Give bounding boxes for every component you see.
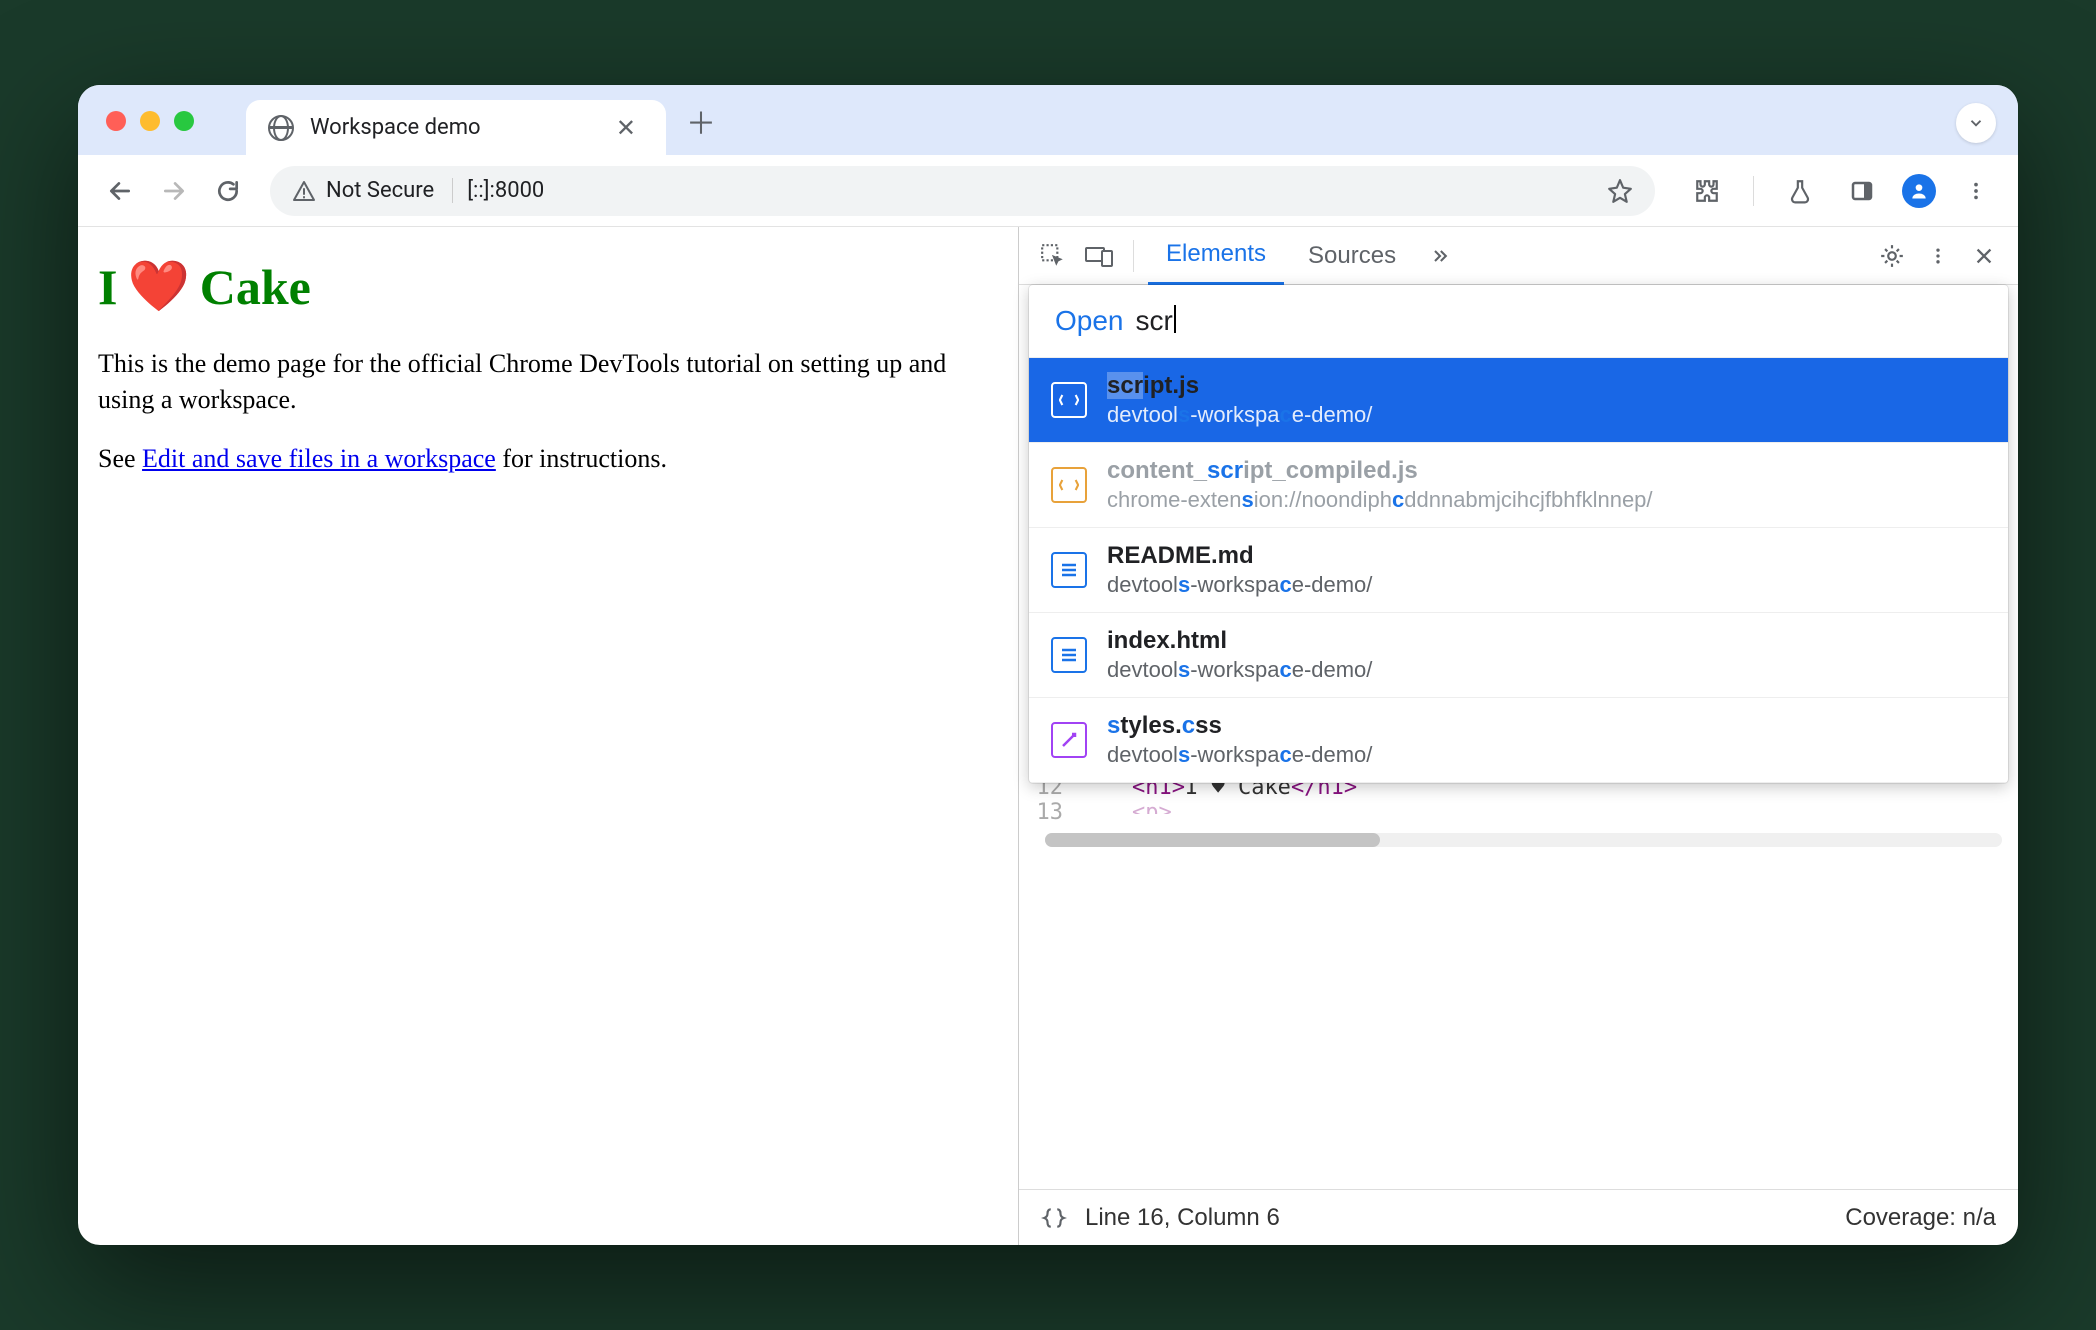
puzzle-icon	[1694, 178, 1720, 204]
open-query-text: scr	[1136, 305, 1176, 337]
maximize-window-button[interactable]	[174, 111, 194, 131]
reload-icon	[215, 178, 241, 204]
tab-title: Workspace demo	[310, 115, 592, 140]
tab-sources[interactable]: Sources	[1290, 228, 1414, 284]
chevron-down-icon	[1967, 114, 1985, 132]
back-button[interactable]	[98, 169, 142, 213]
new-tab-button[interactable]: ＋	[686, 99, 716, 155]
security-indicator[interactable]: Not Secure	[292, 178, 453, 203]
devtools-menu-button[interactable]	[1918, 236, 1958, 276]
result-filename: README.md	[1107, 542, 1372, 570]
menu-button[interactable]	[1954, 169, 1998, 213]
forward-button[interactable]	[152, 169, 196, 213]
devtools-settings-button[interactable]	[1872, 236, 1912, 276]
browser-window: Workspace demo ✕ ＋ Not Secure [::]:8000	[78, 85, 2018, 1245]
panel-icon	[1850, 179, 1874, 203]
open-file-result[interactable]: README.md devtools-workspace-demo/	[1029, 528, 2008, 613]
editor-horizontal-scrollbar[interactable]	[1045, 833, 2002, 847]
open-file-result[interactable]: script.js devtools-workspace-demo/	[1029, 358, 2008, 443]
kebab-icon	[1965, 180, 1987, 202]
devices-icon	[1085, 245, 1113, 267]
coverage-label: Coverage: n/a	[1845, 1204, 1996, 1232]
labs-button[interactable]	[1778, 169, 1822, 213]
devtools-panel: Elements Sources Open	[1018, 227, 2018, 1245]
not-secure-label: Not Secure	[326, 178, 434, 203]
open-file-result[interactable]: index.html devtools-workspace-demo/	[1029, 613, 2008, 698]
devtools-tabs: Elements Sources	[1019, 227, 2018, 285]
address-bar: Not Secure [::]:8000	[78, 155, 2018, 227]
tab-elements[interactable]: Elements	[1148, 227, 1284, 285]
inspect-icon	[1040, 243, 1066, 269]
kebab-icon	[1928, 246, 1948, 266]
open-file-input[interactable]: Open scr	[1029, 285, 2008, 358]
more-tabs-button[interactable]	[1420, 236, 1460, 276]
open-file-dialog: Open scr script.js devtools-workspace-de…	[1029, 285, 2008, 783]
device-toolbar-button[interactable]	[1079, 236, 1119, 276]
result-filename: index.html	[1107, 627, 1372, 655]
pretty-print-icon[interactable]	[1041, 1205, 1067, 1231]
person-icon	[1909, 181, 1929, 201]
tab-list-button[interactable]	[1956, 103, 1996, 143]
profile-button[interactable]	[1902, 174, 1936, 208]
reload-button[interactable]	[206, 169, 250, 213]
omnibox[interactable]: Not Secure [::]:8000	[270, 166, 1655, 216]
url-text: [::]:8000	[467, 178, 1593, 203]
devtools-close-button[interactable]	[1964, 236, 2004, 276]
content-area: I ❤️ Cake This is the demo page for the …	[78, 227, 2018, 1245]
page-paragraph-2: See Edit and save files in a workspace f…	[98, 441, 998, 477]
page-paragraph: This is the demo page for the official C…	[98, 346, 998, 419]
inspect-button[interactable]	[1033, 236, 1073, 276]
result-filename: script.js	[1107, 372, 1372, 400]
arrow-left-icon	[107, 178, 133, 204]
globe-icon	[268, 115, 294, 141]
open-file-result[interactable]: content_script_compiled.js chrome-extens…	[1029, 443, 2008, 528]
extensions-button[interactable]	[1685, 169, 1729, 213]
arrow-right-icon	[161, 178, 187, 204]
gear-icon	[1879, 243, 1905, 269]
file-type-icon	[1051, 552, 1087, 588]
traffic-lights	[106, 111, 194, 131]
result-filename: content_script_compiled.js	[1107, 457, 1653, 485]
toolbar-right	[1675, 169, 1998, 213]
file-type-icon	[1051, 382, 1087, 418]
file-type-icon	[1051, 637, 1087, 673]
titlebar: Workspace demo ✕ ＋	[78, 85, 2018, 155]
warning-icon	[292, 179, 316, 203]
open-file-results: script.js devtools-workspace-demo/ conte…	[1029, 358, 2008, 783]
result-path: devtools-workspace-demo/	[1107, 657, 1372, 683]
tab-close-button[interactable]: ✕	[608, 110, 644, 146]
result-path: devtools-workspace-demo/	[1107, 572, 1372, 598]
rendered-page: I ❤️ Cake This is the demo page for the …	[78, 227, 1018, 1245]
star-icon[interactable]	[1607, 178, 1633, 204]
chevron-double-right-icon	[1426, 246, 1454, 266]
heart-icon: ❤️	[127, 257, 189, 316]
browser-tab[interactable]: Workspace demo ✕	[246, 100, 666, 155]
file-type-icon	[1051, 722, 1087, 758]
page-heading: I ❤️ Cake	[98, 257, 998, 316]
editor-line[interactable]: 13 <p>	[1029, 800, 2018, 825]
minimize-window-button[interactable]	[140, 111, 160, 131]
side-panel-button[interactable]	[1840, 169, 1884, 213]
result-filename: styles.css	[1107, 712, 1372, 740]
result-path: chrome-extension://noondiphcddnnabmjcihc…	[1107, 487, 1653, 513]
cursor-position: Line 16, Column 6	[1085, 1204, 1280, 1232]
devtools-status-bar: Line 16, Column 6 Coverage: n/a	[1019, 1189, 2018, 1245]
open-label: Open	[1055, 305, 1124, 337]
open-file-result[interactable]: styles.css devtools-workspace-demo/	[1029, 698, 2008, 783]
result-path: devtools-workspace-demo/	[1107, 742, 1372, 768]
close-window-button[interactable]	[106, 111, 126, 131]
close-icon	[1973, 245, 1995, 267]
workspace-tutorial-link[interactable]: Edit and save files in a workspace	[142, 444, 496, 473]
result-path: devtools-workspace-demo/	[1107, 402, 1372, 428]
file-type-icon	[1051, 467, 1087, 503]
flask-icon	[1787, 178, 1813, 204]
